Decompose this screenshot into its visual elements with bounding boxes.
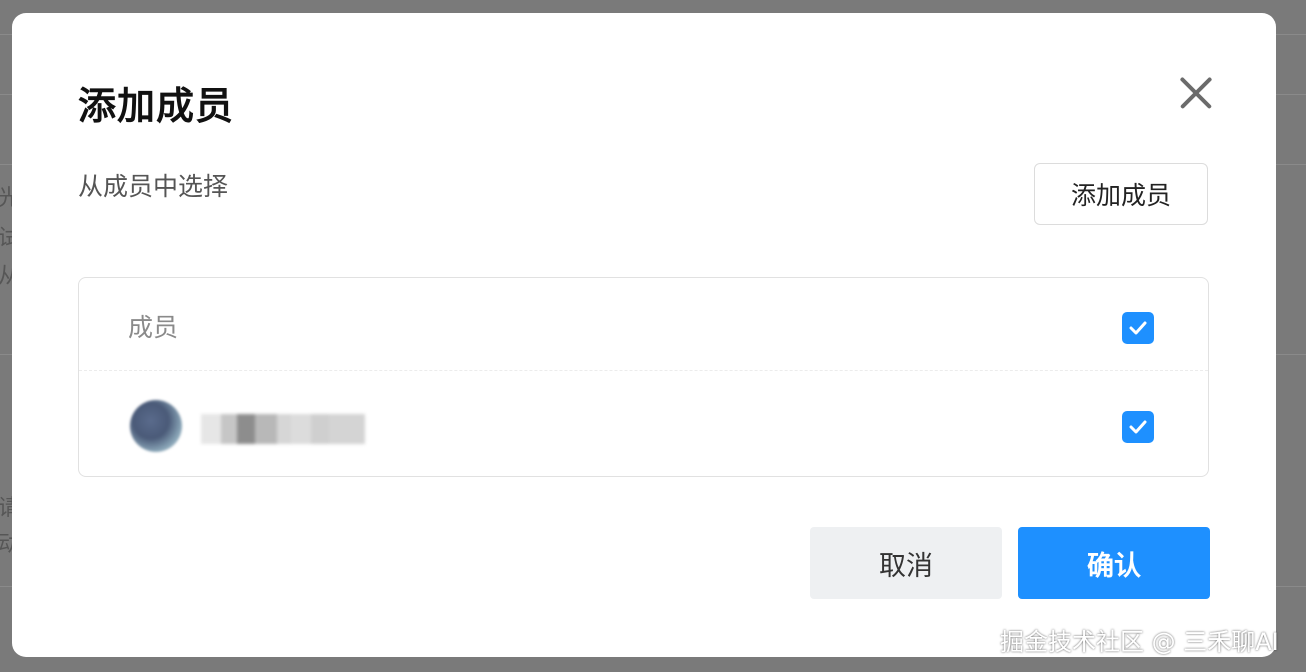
member-checkbox[interactable] [1122, 411, 1154, 443]
confirm-button[interactable]: 确认 [1018, 527, 1210, 599]
add-member-button[interactable]: 添加成员 [1034, 163, 1208, 225]
member-table: 成员 [78, 277, 1209, 477]
member-name [201, 414, 365, 444]
add-member-dialog: 添加成员 从成员中选择 添加成员 成员 取消 确认 [12, 13, 1276, 657]
table-row [79, 370, 1208, 476]
cancel-button[interactable]: 取消 [810, 527, 1002, 599]
check-icon [1129, 420, 1147, 434]
watermark: 掘金技术社区 @ 三禾聊AI [1000, 628, 1279, 656]
check-icon [1129, 321, 1147, 335]
table-header-row: 成员 [79, 278, 1208, 371]
member-column-header: 成员 [128, 313, 179, 342]
dialog-title: 添加成员 [78, 84, 235, 128]
close-icon[interactable] [1178, 75, 1214, 111]
select-from-members-label: 从成员中选择 [78, 172, 229, 201]
avatar [130, 400, 182, 452]
select-all-checkbox[interactable] [1122, 312, 1154, 344]
